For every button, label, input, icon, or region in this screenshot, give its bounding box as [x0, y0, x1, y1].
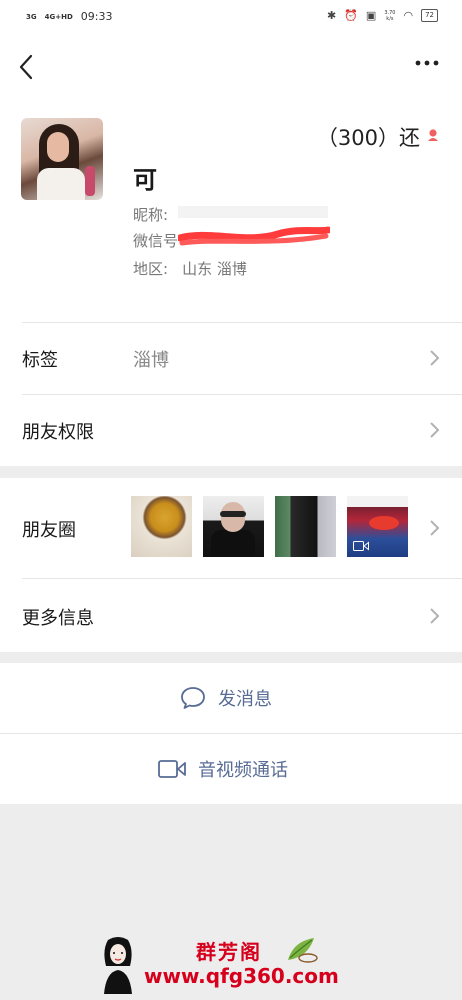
chevron-right-icon [430, 608, 440, 624]
thumb-shape [220, 511, 246, 517]
send-message-label: 发消息 [218, 689, 272, 710]
more-button[interactable] [414, 58, 440, 72]
wechat-id-label: 微信号 [133, 232, 179, 250]
moments-label: 朋友圈 [22, 520, 76, 541]
back-button[interactable] [12, 52, 42, 82]
thumb-shape [369, 516, 399, 530]
permissions-row[interactable]: 朋友权限 [0, 394, 462, 466]
divider [22, 322, 462, 323]
bluetooth-icon: ✱ [327, 9, 337, 22]
watermark: 群芳阁 www.qfg360.com [100, 932, 400, 998]
moment-thumbnail-video [347, 496, 408, 557]
alarm-icon: ⏰ [344, 9, 358, 22]
avatar-face [47, 132, 69, 162]
tags-label: 标签 [22, 350, 58, 371]
chevron-right-icon [430, 520, 440, 536]
moment-thumbnail-hair [275, 496, 336, 557]
redaction-light [178, 206, 328, 218]
chevron-right-icon [430, 350, 440, 366]
remark-name: （300）还 [316, 126, 420, 150]
divider [22, 394, 462, 395]
nickname-label: 昵称: [133, 206, 169, 224]
watermark-title: 群芳阁 [196, 940, 262, 964]
chat-bubble-icon [181, 687, 205, 709]
video-camera-icon [158, 760, 186, 778]
moments-row[interactable]: 朋友圈 [0, 478, 462, 578]
send-message-content: 发消息 [180, 685, 272, 711]
redaction-scribble [178, 226, 330, 246]
more-dots-icon [415, 60, 439, 66]
nav-bar [0, 34, 462, 100]
chevron-left-icon [19, 54, 33, 80]
network-speed: 3.70 k/s [384, 10, 395, 22]
wifi-icon: ◠ [403, 9, 414, 22]
divider [22, 578, 462, 579]
region-label: 地区: [133, 260, 169, 278]
watermark-avatar-icon [104, 937, 132, 994]
chevron-right-icon [430, 422, 440, 438]
video-icon [353, 541, 369, 551]
thumb-shape [221, 502, 245, 532]
signal-indicator-2: 4G+HD [44, 12, 73, 21]
nickname-line: 昵称: [133, 204, 168, 225]
video-call-button[interactable]: 音视频通话 [0, 734, 462, 804]
status-time: 09:33 [80, 10, 113, 23]
tags-value: 淄博 [133, 350, 169, 371]
thumb-shape [211, 530, 255, 557]
leaf-icon [288, 938, 318, 963]
battery-icon: 72 [421, 9, 438, 22]
video-call-content: 音视频通话 [158, 756, 288, 782]
permissions-label: 朋友权限 [22, 422, 94, 443]
avatar-accent [85, 166, 95, 196]
display-name: 可 [133, 166, 157, 194]
status-left: 3G 4G+HD 09:33 [26, 10, 112, 23]
female-icon [428, 129, 438, 141]
more-info-row[interactable]: 更多信息 [0, 578, 462, 652]
status-bar: 3G 4G+HD 09:33 ✱ ⏰ ▣ 3.70 k/s ◠ 72 [0, 0, 462, 34]
region-line: 地区: 山东 淄博 [133, 258, 247, 279]
moment-thumbnail-portrait [203, 496, 264, 557]
more-info-label: 更多信息 [22, 608, 94, 629]
avatar-body [37, 168, 85, 200]
region-value: 山东 淄博 [182, 260, 247, 278]
tags-row[interactable]: 标签 淄博 [0, 322, 462, 394]
vibrate-icon: ▣ [365, 9, 377, 22]
moment-thumbnail-food [131, 496, 192, 557]
avatar[interactable] [21, 118, 103, 200]
network-speed-unit: k/s [386, 15, 394, 22]
send-message-button[interactable]: 发消息 [0, 663, 462, 733]
profile-card: （300）还 可 昵称: 微信号 地区: 山东 淄博 [0, 100, 462, 322]
wechat-id-line: 微信号 [133, 230, 178, 251]
watermark-url: www.qfg360.com [144, 964, 339, 988]
video-call-label: 音视频通话 [198, 760, 288, 781]
signal-indicator-1: 3G [26, 12, 37, 21]
status-right: ✱ ⏰ ▣ 3.70 k/s ◠ 72 [327, 9, 438, 22]
